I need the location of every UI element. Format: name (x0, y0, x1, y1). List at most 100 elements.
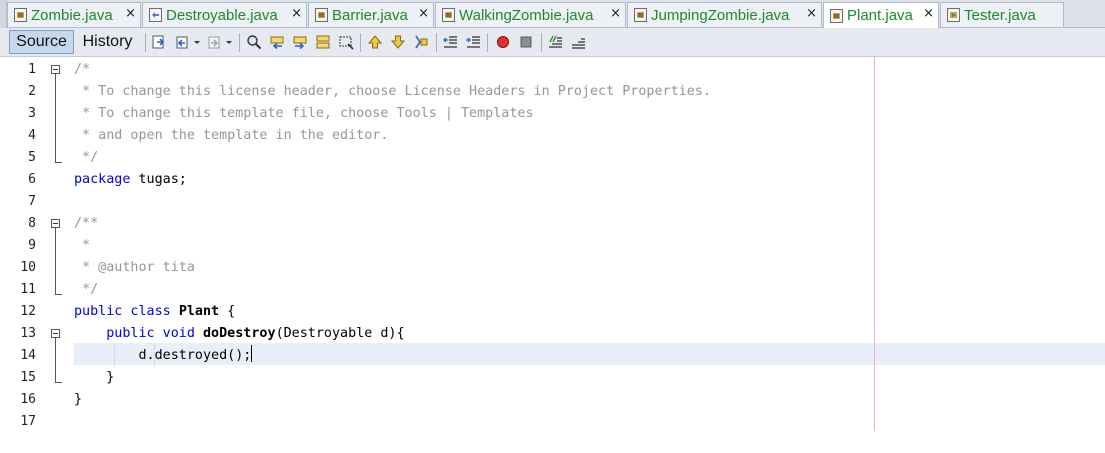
code-token: package (74, 172, 131, 187)
code-line[interactable]: } (74, 367, 114, 389)
right-margin-line (874, 57, 875, 431)
code-line[interactable]: * To change this license header, choose … (74, 81, 711, 103)
back-dropdown-icon[interactable] (192, 33, 202, 51)
tab-plant-java[interactable]: Plant.java × (823, 2, 939, 28)
code-line[interactable]: /** (74, 213, 98, 235)
code-line[interactable]: package tugas; (74, 169, 187, 191)
tab-zombie-java[interactable]: Zombie.java × (7, 2, 141, 27)
toolbar-separator (436, 33, 437, 52)
toggle-highlight-icon[interactable] (314, 33, 332, 51)
indent-guide (154, 345, 156, 367)
line-number: 3 (28, 106, 36, 121)
fold-end-marker (55, 382, 62, 383)
fold-end-marker (55, 294, 62, 295)
code-token: Plant (178, 304, 220, 319)
code-token: */ (74, 282, 99, 297)
java-file-icon (634, 8, 647, 22)
code-line[interactable]: * To change this template file, choose T… (74, 103, 534, 125)
code-line[interactable]: public void doDestroy(Destroyable d){ (74, 323, 405, 345)
code-token: (Destroyable d){ (275, 326, 405, 341)
code-token: } (74, 392, 83, 407)
forward-dropdown-icon[interactable] (224, 33, 234, 51)
source-view-button[interactable]: Source (9, 30, 74, 54)
line-number: 12 (20, 304, 36, 319)
fold-guide-line (55, 228, 56, 294)
editor-tab-bar: Zombie.java × Destroyable.java × Barrier… (0, 0, 1105, 28)
shift-right-icon[interactable] (464, 33, 482, 51)
close-tab-icon[interactable]: × (291, 7, 302, 21)
toolbar-separator (487, 33, 488, 52)
line-number: 9 (28, 238, 36, 253)
fold-guide-line (55, 74, 56, 162)
toolbar-separator (360, 33, 361, 52)
close-tab-icon[interactable]: × (923, 7, 934, 21)
code-line[interactable]: * and open the template in the editor. (74, 125, 388, 147)
code-line[interactable]: */ (74, 279, 98, 301)
code-line[interactable]: * (74, 235, 90, 257)
back-icon[interactable] (173, 33, 191, 51)
toolbar-separator (145, 33, 146, 52)
comment-icon[interactable] (546, 33, 564, 51)
java-file-icon (14, 8, 27, 22)
line-number: 17 (20, 414, 36, 429)
tab-label: Plant.java (847, 7, 913, 24)
code-token: public class (74, 304, 171, 319)
toolbar-separator (541, 33, 542, 52)
uncomment-icon[interactable] (569, 33, 587, 51)
code-line[interactable]: /* (74, 59, 90, 81)
line-number: 4 (28, 128, 36, 143)
tab-tester-java[interactable]: Tester.java (940, 2, 1064, 27)
java-file-icon (442, 8, 455, 22)
line-number-gutter: 1 2 3 4 5 6 7 8 9 10 11 12 13 14 15 16 17 (0, 57, 70, 453)
toggle-bookmark-icon[interactable] (412, 33, 430, 51)
tab-label: Barrier.java (332, 6, 408, 24)
code-token: public void (106, 326, 195, 341)
indent-guide (114, 345, 116, 367)
tab-label: Destroyable.java (166, 6, 278, 24)
code-token: */ (74, 150, 99, 165)
previous-bookmark-icon[interactable] (366, 33, 384, 51)
close-tab-icon[interactable]: × (125, 7, 136, 21)
last-edit-icon[interactable] (150, 33, 168, 51)
line-number: 2 (28, 84, 36, 99)
find-icon[interactable] (245, 33, 263, 51)
line-number: 15 (20, 370, 36, 385)
stop-macro-icon[interactable] (517, 33, 535, 51)
tab-jumpingzombie-java[interactable]: JumpingZombie.java × (627, 2, 822, 27)
tab-label: Zombie.java (31, 6, 113, 24)
code-line[interactable]: d.destroyed(); (74, 345, 253, 367)
shift-left-icon[interactable] (441, 33, 459, 51)
find-previous-icon[interactable] (268, 33, 286, 51)
line-number: 14 (20, 348, 36, 363)
close-tab-icon[interactable]: × (610, 7, 621, 21)
line-number: 1 (28, 62, 36, 77)
line-number: 16 (20, 392, 36, 407)
fold-collapse-icon[interactable] (51, 329, 60, 338)
history-view-button[interactable]: History (76, 30, 139, 54)
toolbar-separator (239, 33, 240, 52)
tab-barrier-java[interactable]: Barrier.java × (308, 2, 434, 27)
find-selection-icon[interactable] (337, 33, 355, 51)
forward-icon[interactable] (205, 33, 223, 51)
code-editor[interactable]: 1 2 3 4 5 6 7 8 9 10 11 12 13 14 15 16 17 /* * To change… (0, 57, 1105, 453)
tab-walkingzombie-java[interactable]: WalkingZombie.java × (435, 2, 626, 27)
code-line[interactable]: public class Plant { (74, 301, 235, 323)
code-token: * To change this template file, choose T… (74, 106, 534, 121)
code-line[interactable]: */ (74, 147, 98, 169)
next-bookmark-icon[interactable] (389, 33, 407, 51)
tab-destroyable-java[interactable]: Destroyable.java × (142, 2, 307, 27)
find-next-icon[interactable] (291, 33, 309, 51)
close-tab-icon[interactable]: × (418, 7, 429, 21)
tab-bar-edge (0, 0, 7, 28)
line-number: 11 (20, 282, 36, 297)
java-file-icon (315, 8, 328, 22)
fold-end-marker (55, 162, 62, 163)
fold-collapse-icon[interactable] (51, 65, 60, 74)
code-line[interactable]: } (74, 389, 82, 411)
fold-collapse-icon[interactable] (51, 219, 60, 228)
close-tab-icon[interactable]: × (806, 7, 817, 21)
code-line[interactable]: * @author tita (74, 257, 195, 279)
fold-guide-line (55, 338, 56, 382)
start-macro-icon[interactable] (494, 33, 512, 51)
